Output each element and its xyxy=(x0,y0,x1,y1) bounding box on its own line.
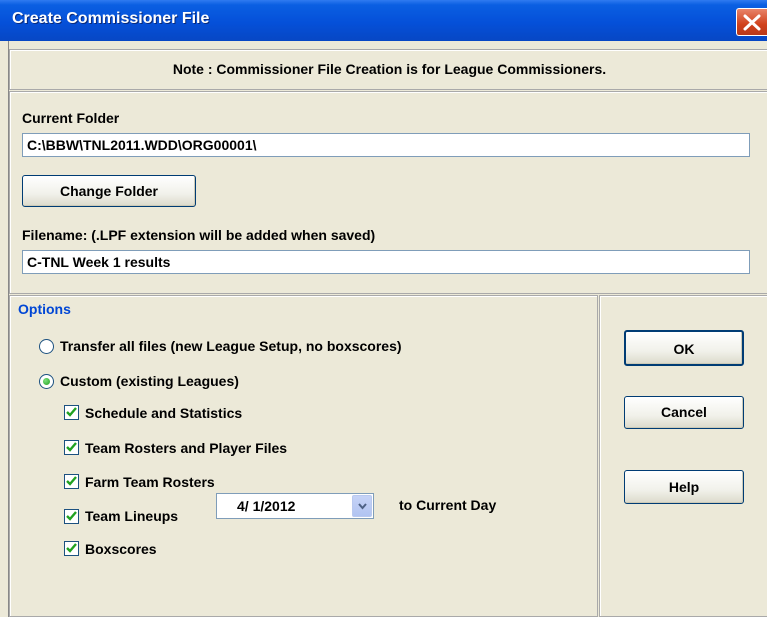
check-icon xyxy=(66,543,77,553)
check-icon xyxy=(66,476,77,486)
team-lineups-label[interactable]: Team Lineups xyxy=(85,508,178,524)
team-rosters-checkbox[interactable] xyxy=(64,440,79,455)
close-button[interactable] xyxy=(736,8,767,36)
current-folder-field[interactable]: C:\BBW\TNL2011.WDD\ORG00001\ xyxy=(22,133,750,157)
ok-label: OK xyxy=(673,341,695,357)
transfer-all-label[interactable]: Transfer all files (new League Setup, no… xyxy=(60,338,402,354)
transfer-all-radio[interactable] xyxy=(39,339,54,354)
cancel-label: Cancel xyxy=(661,404,707,420)
custom-radio[interactable] xyxy=(39,374,54,389)
team-lineups-checkbox[interactable] xyxy=(64,509,79,524)
boxscores-label[interactable]: Boxscores xyxy=(85,541,157,557)
boxscores-checkbox[interactable] xyxy=(64,541,79,556)
options-legend: Options xyxy=(18,301,71,317)
ok-button[interactable]: OK xyxy=(624,330,744,366)
filename-field[interactable]: C-TNL Week 1 results xyxy=(22,250,750,274)
window-title: Create Commissioner File xyxy=(12,10,210,27)
chevron-down-icon xyxy=(358,503,367,510)
cancel-button[interactable]: Cancel xyxy=(624,396,744,429)
team-rosters-label[interactable]: Team Rosters and Player Files xyxy=(85,440,287,456)
current-folder-label: Current Folder xyxy=(22,110,120,126)
farm-rosters-checkbox[interactable] xyxy=(64,474,79,489)
filename-label: Filename: (.LPF extension will be added … xyxy=(22,227,376,243)
boxscore-date-select[interactable]: 4/ 1/2012 xyxy=(216,493,374,519)
to-current-day-label: to Current Day xyxy=(399,497,497,513)
schedule-stats-checkbox[interactable] xyxy=(64,405,79,420)
check-icon xyxy=(66,442,77,452)
help-button[interactable]: Help xyxy=(624,470,744,504)
change-folder-button[interactable]: Change Folder xyxy=(22,175,196,207)
schedule-stats-label[interactable]: Schedule and Statistics xyxy=(85,405,242,421)
date-dropdown-button[interactable] xyxy=(352,495,372,517)
custom-label[interactable]: Custom (existing Leagues) xyxy=(60,373,239,389)
note-text: Note : Commissioner File Creation is for… xyxy=(172,61,607,77)
title-bar[interactable]: Create Commissioner File xyxy=(0,0,767,41)
dialog-body: Note : Commissioner File Creation is for… xyxy=(8,41,767,617)
note-panel: Note : Commissioner File Creation is for… xyxy=(9,49,767,90)
check-icon xyxy=(66,407,77,417)
farm-rosters-label[interactable]: Farm Team Rosters xyxy=(85,474,215,490)
check-icon xyxy=(66,511,77,521)
boxscore-date-value: 4/ 1/2012 xyxy=(237,498,296,514)
change-folder-label: Change Folder xyxy=(59,183,158,199)
help-label: Help xyxy=(668,479,700,495)
radio-selected-dot xyxy=(43,378,50,385)
folder-panel: Current Folder C:\BBW\TNL2011.WDD\ORG000… xyxy=(9,91,767,294)
